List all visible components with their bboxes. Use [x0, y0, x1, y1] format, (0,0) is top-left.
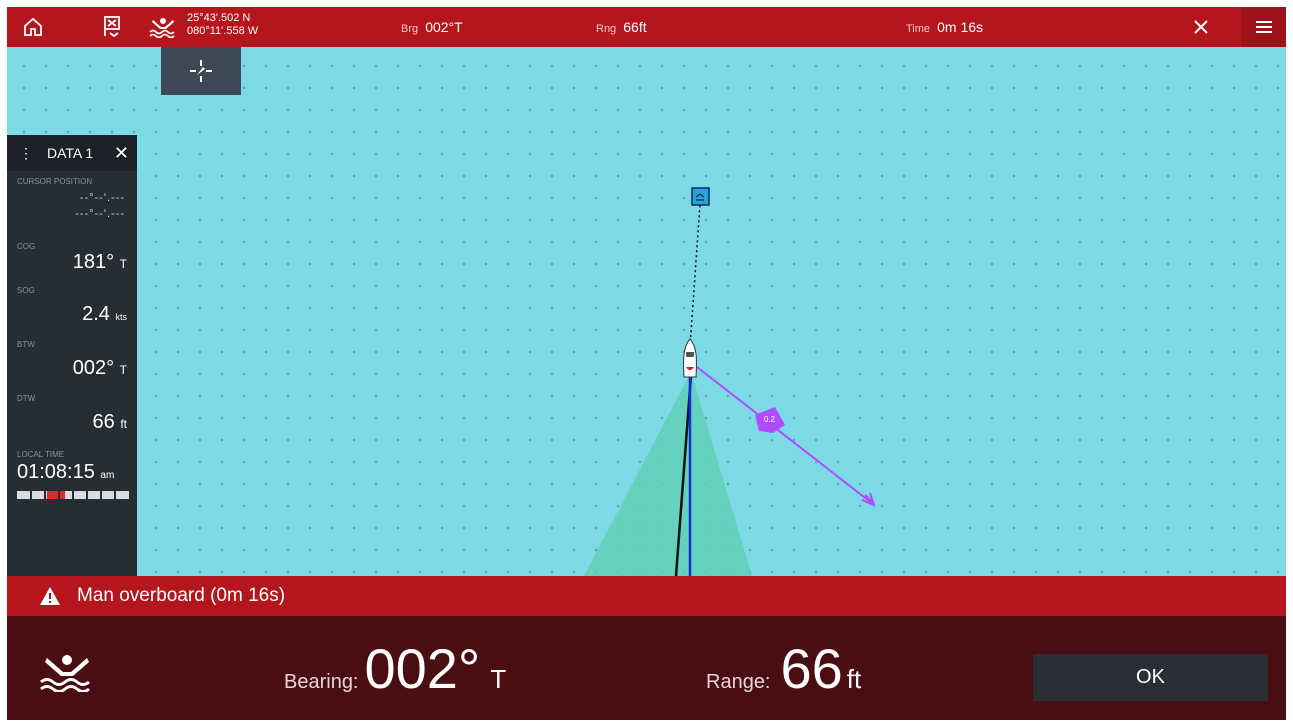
- sog-label: SOG: [17, 286, 35, 295]
- local-time-value: 01:08:15: [17, 461, 95, 483]
- hamburger-menu-icon: [1255, 21, 1272, 33]
- waypoint-flag-icon: [104, 16, 120, 38]
- topbar-range-label: Rng: [596, 23, 617, 35]
- vessel-cabin: [686, 352, 694, 357]
- cog-label: COG: [17, 242, 36, 251]
- longitude: 080°11'.558 W: [187, 25, 259, 37]
- close-icon: [1194, 20, 1208, 34]
- man-overboard-icon: [149, 18, 175, 38]
- panel-title: DATA 1: [47, 145, 94, 161]
- data-sidebar: ⋮ DATA 1 ✕ CURSOR POSITION --°--'.--- --…: [7, 135, 137, 577]
- topbar-time-label: Time: [906, 23, 931, 35]
- data-sidebar-header: ⋮ DATA 1 ✕: [7, 135, 137, 171]
- cog-value-row: 181° T: [7, 251, 137, 274]
- topbar-bearing-value: 002°T: [425, 19, 463, 35]
- close-panel-button[interactable]: ✕: [114, 143, 129, 164]
- vessel-position: 25°43'.502 N 080°11'.558 W: [187, 12, 258, 38]
- mob-panel: Bearing: 002° T Range: 66 ft OK: [7, 616, 1286, 720]
- waypoint-button[interactable]: [95, 7, 131, 47]
- mob-bearing: Bearing: 002° T: [284, 636, 506, 701]
- local-time-label: LOCAL TIME: [17, 450, 65, 459]
- time-progress-bar: [17, 491, 129, 499]
- mob-range-unit: ft: [846, 664, 862, 694]
- cursor-position-label: CURSOR POSITION: [17, 177, 93, 186]
- topbar-range-value: 66ft: [623, 19, 647, 35]
- find-ship-button[interactable]: [161, 47, 241, 95]
- sog-value: 2.4: [82, 303, 110, 325]
- mob-range-value: 66: [780, 637, 843, 700]
- topbar-bearing-label: Brg: [401, 23, 419, 35]
- warning-icon: [40, 587, 60, 605]
- mob-status-button[interactable]: [143, 7, 183, 47]
- alarm-message: Man overboard (0m 16s): [77, 585, 286, 606]
- btw-label: BTW: [17, 340, 35, 349]
- crosshair-icon: [190, 60, 212, 82]
- local-time-row: 01:08:15 am: [7, 461, 137, 484]
- mob-bearing-line: [689, 203, 701, 348]
- latitude: 25°43'.502 N: [187, 12, 251, 24]
- sog-unit: kts: [115, 312, 127, 322]
- ok-button[interactable]: OK: [1033, 654, 1268, 701]
- tide-badge-label: 0.2: [764, 415, 776, 424]
- btw-value-row: 002° T: [7, 357, 137, 380]
- dtw-unit: ft: [120, 417, 127, 431]
- mob-bearing-label: Bearing:: [284, 671, 359, 693]
- dtw-value-row: 66 ft: [7, 411, 137, 434]
- cog-value: 181°: [72, 251, 115, 273]
- sog-value-row: 2.4 kts: [7, 303, 137, 326]
- topbar-time: Time 0m 16s: [906, 19, 983, 35]
- cursor-lat: --°--'.---: [79, 192, 125, 204]
- mob-bearing-value: 002°: [364, 637, 481, 700]
- cog-unit: T: [119, 257, 127, 271]
- chart-app: 0.2 25°43'.502 N 080°11'.558 W Brg 002°T…: [7, 7, 1286, 720]
- heading-sector: [584, 372, 752, 576]
- topbar-range: Rng 66ft: [596, 19, 647, 35]
- mob-marker: [691, 187, 710, 206]
- mob-range: Range: 66 ft: [706, 636, 861, 701]
- top-bar: 25°43'.502 N 080°11'.558 W Brg 002°T Rng…: [7, 7, 1286, 47]
- home-icon: [24, 17, 42, 36]
- local-time-unit: am: [100, 470, 115, 481]
- man-overboard-icon: [40, 655, 90, 692]
- menu-button[interactable]: [1241, 7, 1286, 47]
- home-button[interactable]: [7, 7, 59, 47]
- topbar-bearing: Brg 002°T: [401, 19, 463, 35]
- dtw-label: DTW: [17, 394, 36, 403]
- dtw-value: 66: [92, 411, 115, 433]
- btw-value: 002°: [72, 357, 115, 379]
- cancel-mob-button[interactable]: [1181, 7, 1221, 47]
- btw-unit: T: [119, 363, 127, 377]
- tide-arrow-head: [861, 492, 876, 507]
- alarm-bar: Man overboard (0m 16s): [7, 576, 1286, 616]
- vessel-icon: [683, 338, 697, 378]
- panel-options-icon[interactable]: ⋮: [19, 145, 33, 162]
- mob-bearing-unit: T: [490, 664, 507, 694]
- cursor-lon: ---°--'.---: [75, 208, 125, 220]
- mob-range-label: Range:: [706, 671, 771, 693]
- topbar-time-value: 0m 16s: [937, 19, 984, 35]
